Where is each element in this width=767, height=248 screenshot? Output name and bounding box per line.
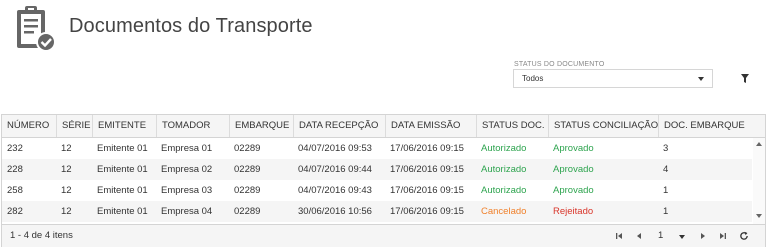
cell-data-emissao: 17/06/2016 09:15 bbox=[390, 143, 464, 154]
status-filter-select[interactable]: Todos bbox=[513, 69, 713, 88]
chevron-down-icon bbox=[698, 77, 704, 81]
cell-status-doc: Autorizado bbox=[481, 143, 527, 154]
cell-tomador: Empresa 02 bbox=[161, 164, 213, 175]
column-header-status-conciliacao[interactable]: STATUS CONCILIAÇÃO bbox=[548, 115, 658, 137]
cell-status-doc: Cancelado bbox=[481, 206, 527, 217]
cell-serie: 12 bbox=[61, 143, 72, 154]
cell-emitente: Emitente 01 bbox=[97, 185, 148, 196]
cell-tomador: Empresa 01 bbox=[161, 143, 213, 154]
table-row[interactable]: 232 12 Emitente 01 Empresa 01 02289 04/0… bbox=[2, 138, 752, 159]
cell-status-doc: Autorizado bbox=[481, 164, 527, 175]
page-title: Documentos do Transporte bbox=[69, 15, 313, 37]
status-filter-value: Todos bbox=[522, 74, 544, 83]
scroll-down-arrow-icon[interactable] bbox=[756, 214, 762, 218]
cell-emitente: Emitente 01 bbox=[97, 206, 148, 217]
cell-doc-embarque: 3 bbox=[663, 143, 669, 154]
table-header: NÚMERO SÉRIE EMITENTE TOMADOR EMBARQUE D… bbox=[2, 115, 765, 138]
cell-numero: 228 bbox=[7, 164, 23, 175]
previous-page-icon[interactable] bbox=[634, 231, 644, 241]
cell-status-conciliacao: Rejeitado bbox=[553, 206, 594, 217]
scroll-up-arrow-icon[interactable] bbox=[756, 142, 762, 146]
refresh-icon[interactable] bbox=[739, 231, 749, 241]
chevron-down-icon[interactable] bbox=[679, 235, 685, 239]
cell-doc-embarque: 1 bbox=[663, 206, 669, 217]
cell-embarque: 02289 bbox=[234, 206, 261, 217]
pager-info: 1 - 4 de 4 itens bbox=[10, 230, 73, 241]
cell-status-conciliacao: Aprovado bbox=[553, 164, 594, 175]
cell-data-recepcao: 04/07/2016 09:53 bbox=[298, 143, 372, 154]
column-header-serie[interactable]: SÉRIE bbox=[56, 115, 92, 137]
column-header-data-recepcao[interactable]: DATA RECEPÇÃO bbox=[293, 115, 385, 137]
documents-grid: NÚMERO SÉRIE EMITENTE TOMADOR EMBARQUE D… bbox=[1, 114, 766, 247]
cell-data-emissao: 17/06/2016 09:15 bbox=[390, 206, 464, 217]
cell-embarque: 02289 bbox=[234, 185, 261, 196]
cell-numero: 258 bbox=[7, 185, 23, 196]
cell-data-emissao: 17/06/2016 09:15 bbox=[390, 164, 464, 175]
cell-embarque: 02289 bbox=[234, 143, 261, 154]
filter-icon[interactable] bbox=[741, 74, 749, 83]
cell-serie: 12 bbox=[61, 185, 72, 196]
cell-status-doc: Autorizado bbox=[481, 185, 527, 196]
column-header-tomador[interactable]: TOMADOR bbox=[156, 115, 229, 137]
cell-emitente: Emitente 01 bbox=[97, 143, 148, 154]
column-header-embarque[interactable]: EMBARQUE bbox=[229, 115, 293, 137]
last-page-icon[interactable] bbox=[718, 231, 728, 241]
cell-numero: 232 bbox=[7, 143, 23, 154]
column-header-emitente[interactable]: EMITENTE bbox=[92, 115, 156, 137]
column-header-numero[interactable]: NÚMERO bbox=[2, 115, 56, 137]
table-row[interactable]: 282 12 Emitente 01 Empresa 04 02289 30/0… bbox=[2, 201, 752, 222]
cell-doc-embarque: 4 bbox=[663, 164, 669, 175]
cell-tomador: Empresa 04 bbox=[161, 206, 213, 217]
cell-data-recepcao: 30/06/2016 10:56 bbox=[298, 206, 372, 217]
cell-data-emissao: 17/06/2016 09:15 bbox=[390, 185, 464, 196]
cell-serie: 12 bbox=[61, 164, 72, 175]
column-header-data-emissao[interactable]: DATA EMISSÃO bbox=[385, 115, 476, 137]
pager: 1 - 4 de 4 itens 1 bbox=[2, 224, 765, 247]
first-page-icon[interactable] bbox=[614, 231, 624, 241]
cell-emitente: Emitente 01 bbox=[97, 164, 148, 175]
table-row[interactable]: 258 12 Emitente 01 Empresa 03 02289 04/0… bbox=[2, 180, 752, 201]
vertical-scrollbar[interactable] bbox=[753, 138, 765, 224]
next-page-icon[interactable] bbox=[698, 231, 708, 241]
cell-status-conciliacao: Aprovado bbox=[553, 143, 594, 154]
cell-serie: 12 bbox=[61, 206, 72, 217]
cell-data-recepcao: 04/07/2016 09:43 bbox=[298, 185, 372, 196]
page-number-select[interactable]: 1 bbox=[658, 225, 663, 247]
column-header-status-doc[interactable]: STATUS DOC. bbox=[476, 115, 548, 137]
clipboard-check-icon bbox=[17, 6, 56, 52]
cell-numero: 282 bbox=[7, 206, 23, 217]
status-filter-label: STATUS DO DOCUMENTO bbox=[514, 61, 605, 68]
table-row[interactable]: 228 12 Emitente 01 Empresa 02 02289 04/0… bbox=[2, 159, 752, 180]
cell-doc-embarque: 1 bbox=[663, 185, 669, 196]
cell-data-recepcao: 04/07/2016 09:44 bbox=[298, 164, 372, 175]
cell-tomador: Empresa 03 bbox=[161, 185, 213, 196]
column-header-doc-embarque[interactable]: DOC. EMBARQUE bbox=[658, 115, 765, 137]
cell-embarque: 02289 bbox=[234, 164, 261, 175]
cell-status-conciliacao: Aprovado bbox=[553, 185, 594, 196]
